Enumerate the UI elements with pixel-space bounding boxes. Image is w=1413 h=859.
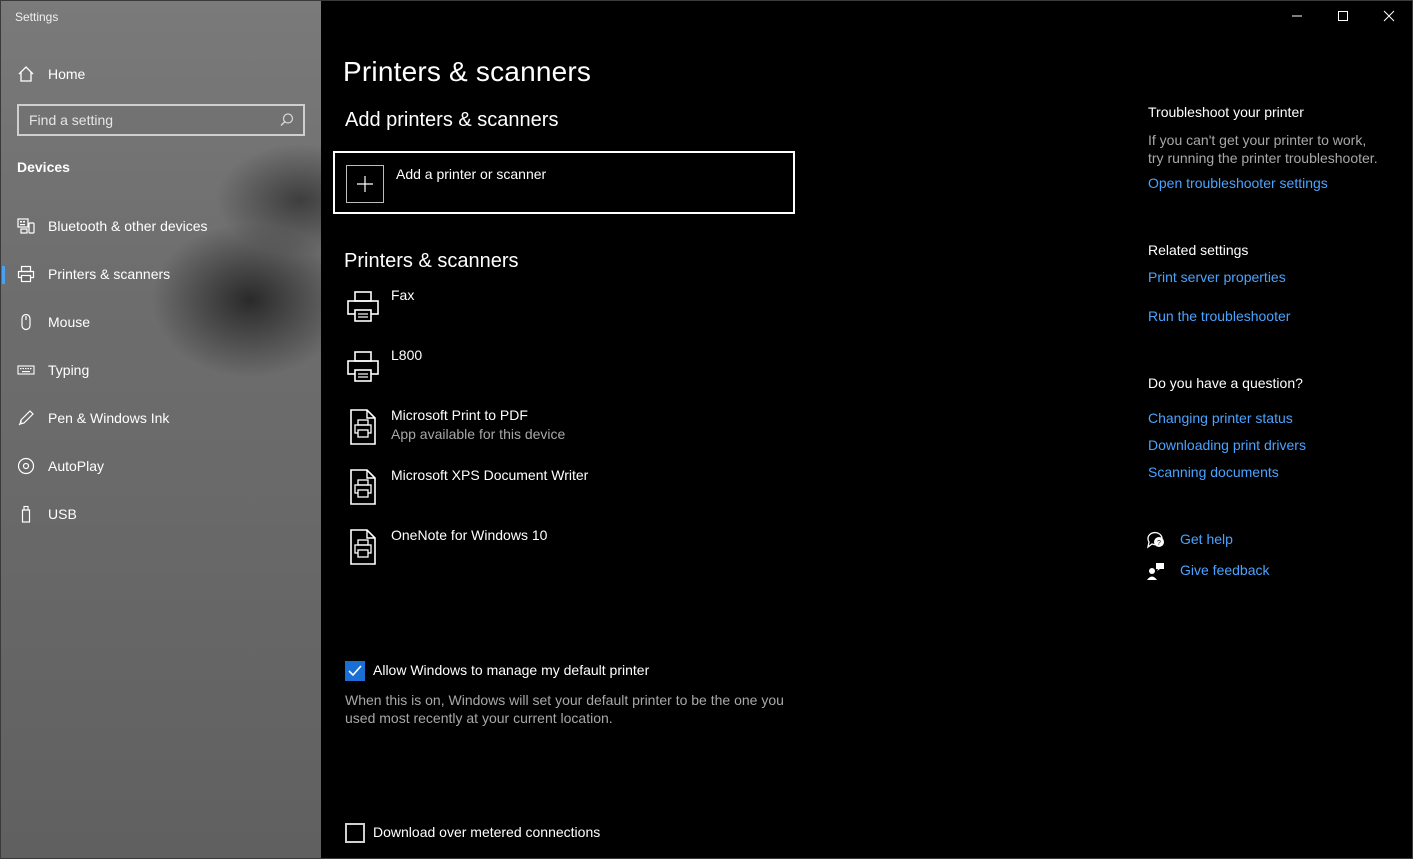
minimize-button[interactable] [1274,0,1320,32]
document-printer-icon [345,529,381,565]
get-help-link[interactable]: Get help [1180,531,1233,547]
search-icon[interactable] [279,112,295,133]
sidebar-item-typing[interactable]: Typing [0,350,321,390]
printer-item-xps-writer[interactable]: Microsoft XPS Document Writer [343,467,803,523]
search-field[interactable] [17,104,305,136]
sidebar-item-bluetooth[interactable]: Bluetooth & other devices [0,206,321,246]
troubleshoot-heading: Troubleshoot your printer [1148,104,1304,120]
open-troubleshooter-link[interactable]: Open troubleshooter settings [1148,175,1328,191]
metered-connections-checkbox[interactable] [345,823,365,843]
default-printer-checkbox[interactable] [345,661,365,681]
printer-icon [345,349,381,385]
sidebar-item-usb[interactable]: USB [0,494,321,534]
search-input[interactable] [19,111,281,129]
minimize-icon [1292,15,1302,17]
autoplay-icon [17,457,35,475]
give-feedback-icon [1146,561,1166,581]
question-heading: Do you have a question? [1148,375,1303,391]
printer-name: L800 [391,347,423,363]
printer-icon [17,265,35,283]
bluetooth-devices-icon [17,217,35,235]
document-printer-icon [345,409,381,445]
sidebar-item-label: Typing [48,362,90,378]
add-printers-heading: Add printers & scanners [345,109,559,131]
sidebar-item-autoplay[interactable]: AutoPlay [0,446,321,486]
sidebar-item-label: USB [48,506,77,522]
default-printer-label[interactable]: Allow Windows to manage my default print… [373,662,649,678]
printer-name: Fax [391,287,415,303]
add-printer-label: Add a printer or scanner [396,166,547,182]
sidebar-item-printers[interactable]: Printers & scanners [0,254,321,294]
maximize-icon [1338,11,1348,21]
default-printer-description: When this is on, Windows will set your d… [345,691,805,727]
troubleshoot-text-line: try running the printer troubleshooter. [1148,150,1378,166]
sidebar-item-pen[interactable]: Pen & Windows Ink [0,398,321,438]
sidebar-item-label: Home [48,66,86,82]
document-printer-icon [345,469,381,505]
keyboard-icon [17,361,35,379]
close-icon [1383,10,1395,22]
maximize-button[interactable] [1320,0,1366,32]
sidebar-item-mouse[interactable]: Mouse [0,302,321,342]
printer-item-l800[interactable]: L800 [343,347,803,403]
sidebar-item-label: Pen & Windows Ink [48,410,170,426]
printer-name: OneNote for Windows 10 [391,527,548,543]
printer-name: Microsoft XPS Document Writer [391,467,589,483]
scanning-documents-link[interactable]: Scanning documents [1148,464,1279,480]
printer-item-fax[interactable]: Fax [343,287,803,343]
sidebar-item-label: AutoPlay [48,458,105,474]
printer-item-onenote[interactable]: OneNote for Windows 10 [343,527,803,583]
home-icon [17,65,35,83]
add-printer-button[interactable]: Add a printer or scanner [333,151,795,214]
usb-icon [17,505,35,523]
printer-item-print-to-pdf[interactable]: Microsoft Print to PDF App available for… [343,407,803,463]
sidebar-item-label: Bluetooth & other devices [48,218,208,234]
sidebar: Settings Home Devices Bluetooth & other … [0,0,321,859]
plus-icon [346,165,384,203]
pen-icon [17,409,35,427]
downloading-print-drivers-link[interactable]: Downloading print drivers [1148,437,1306,453]
description-line: When this is on, Windows will set your d… [345,692,784,708]
app-title: Settings [15,10,59,24]
print-server-properties-link[interactable]: Print server properties [1148,269,1286,285]
printers-list-heading: Printers & scanners [344,250,519,272]
section-label-devices: Devices [17,159,70,175]
get-help-icon: ? [1146,530,1166,550]
metered-connections-label[interactable]: Download over metered connections [373,824,600,840]
close-button[interactable] [1366,0,1412,32]
give-feedback-link[interactable]: Give feedback [1180,562,1270,578]
checkmark-icon [348,665,362,677]
run-troubleshooter-link[interactable]: Run the troubleshooter [1148,308,1290,324]
mouse-icon [17,313,35,331]
related-settings-heading: Related settings [1148,242,1249,258]
troubleshoot-text: If you can't get your printer to work, t… [1148,131,1398,167]
troubleshoot-text-line: If you can't get your printer to work, [1148,132,1367,148]
page-title: Printers & scanners [343,56,592,87]
sidebar-item-home[interactable]: Home [0,54,321,94]
printer-subtext: App available for this device [391,426,566,442]
printer-name: Microsoft Print to PDF [391,407,528,423]
sidebar-item-label: Mouse [48,314,91,330]
svg-text:?: ? [1157,540,1161,547]
printer-icon [345,289,381,325]
sidebar-item-label: Printers & scanners [48,266,171,282]
changing-printer-status-link[interactable]: Changing printer status [1148,410,1293,426]
description-line: used most recently at your current locat… [345,710,613,726]
